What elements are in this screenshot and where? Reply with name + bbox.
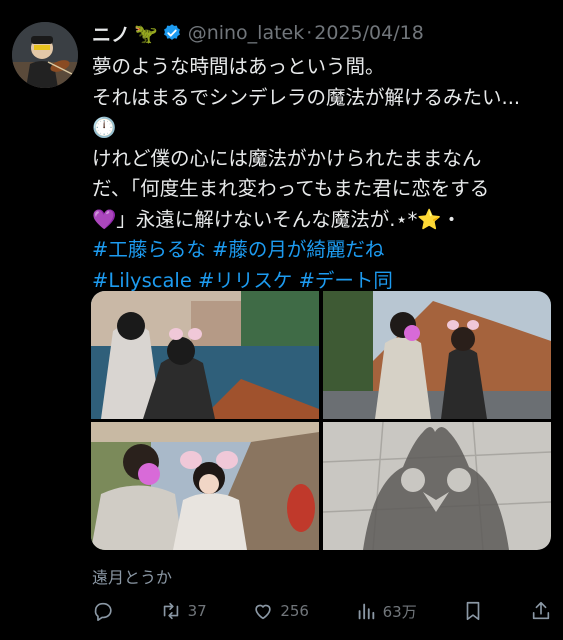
post-text-line: だ、「何度生まれ変わってもまた君に恋をする xyxy=(92,177,490,200)
share-icon xyxy=(532,601,550,620)
post-date[interactable]: 2025/04/18 xyxy=(314,22,424,44)
author-name[interactable]: ニノ xyxy=(92,20,130,47)
like-button[interactable]: 256 xyxy=(252,600,309,622)
post-text-line: 💜」永遠に解けないそんな魔法が.⋆*⭐️・ xyxy=(92,207,462,231)
photo-grid xyxy=(91,291,551,550)
avatar[interactable] xyxy=(12,22,78,88)
post-text-line: けれど僕の心には魔法がかけられたままなん xyxy=(92,146,482,170)
photo-selfie[interactable] xyxy=(91,422,319,550)
like-count: 256 xyxy=(280,602,309,620)
hashtag-row: #工藤らるな #藤の月が綺麗だね xyxy=(92,235,552,266)
bookmark-icon xyxy=(467,601,480,621)
hashtag-link[interactable]: #藤の月が綺麗だね xyxy=(212,238,384,261)
retweet-icon xyxy=(163,602,178,620)
post-text-line: 夢のような時間はあっという間。 xyxy=(92,55,385,78)
post-header: ニノ 🦖 @nino_latek · 2025/04/18 xyxy=(92,18,424,48)
hashtag-link[interactable]: #リリスケ xyxy=(198,269,292,292)
retweet-count: 37 xyxy=(187,602,207,620)
post-text-line: それはまるでシンデレラの魔法が解けるみたい... xyxy=(92,85,521,109)
author-handle[interactable]: @nino_latek xyxy=(188,22,305,44)
photo-boat-ride[interactable] xyxy=(91,291,319,419)
hashtag-link[interactable]: #工藤らるな xyxy=(92,238,206,261)
verified-badge-icon xyxy=(163,24,180,40)
post-text: 夢のような時間はあっという間。 それはまるでシンデレラの魔法が解けるみたい...… xyxy=(92,52,552,296)
share-button[interactable] xyxy=(530,600,552,622)
heart-icon xyxy=(255,604,272,620)
reply-button[interactable] xyxy=(92,600,114,622)
views-icon xyxy=(358,603,374,620)
separator-dot: · xyxy=(306,22,313,44)
hashtag-link[interactable]: #Lilyscale xyxy=(92,269,192,292)
hashtag-link[interactable]: #デート同 xyxy=(299,269,393,292)
dinosaur-emoji: 🦖 xyxy=(134,22,158,45)
bookmark-button[interactable] xyxy=(462,600,484,622)
clock-emoji: 🕛 xyxy=(92,116,117,139)
action-bar: 37 256 63万 xyxy=(92,598,552,624)
views-button[interactable]: 63万 xyxy=(355,600,417,622)
photo-shadow-heart[interactable] xyxy=(323,422,551,550)
views-count: 63万 xyxy=(382,602,417,621)
photo-couple-volcano[interactable] xyxy=(323,291,551,419)
reply-icon xyxy=(94,602,112,621)
retweet-button[interactable]: 37 xyxy=(160,600,207,622)
photo-credit[interactable]: 遠月とうか xyxy=(92,564,172,588)
